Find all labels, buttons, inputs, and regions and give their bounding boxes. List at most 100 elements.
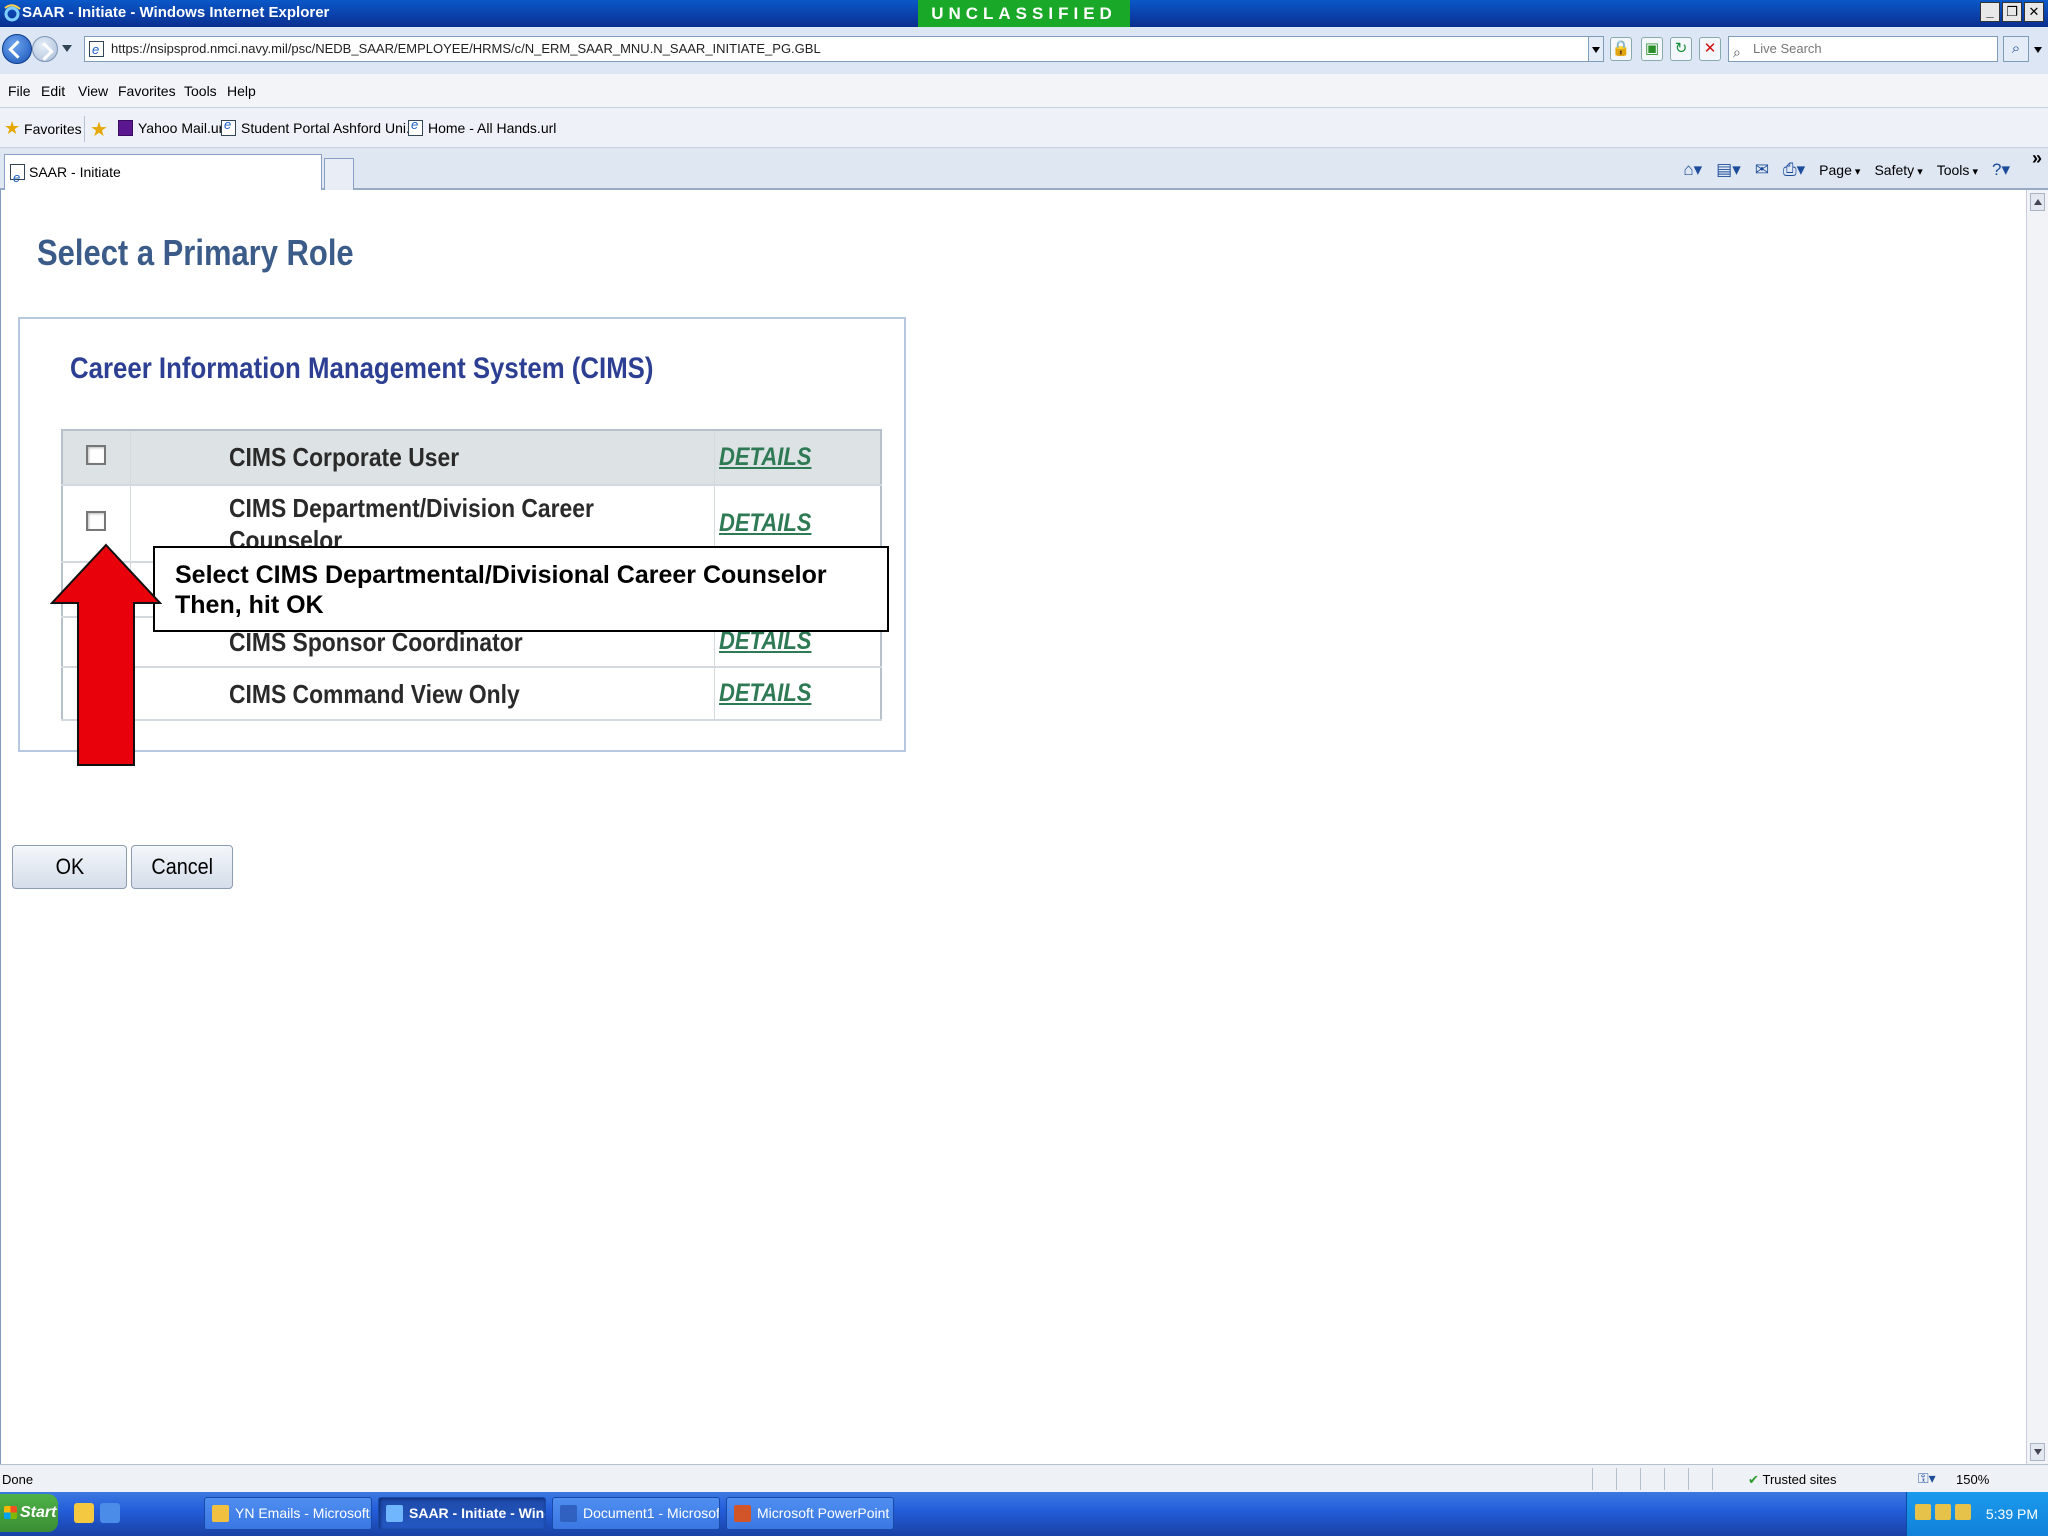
- taskbar-button-label: SAAR - Initiate - Wind...: [409, 1505, 545, 1521]
- navigation-bar: https://nsipsprod.nmci.navy.mil/psc/NEDB…: [0, 27, 2048, 74]
- details-link[interactable]: DETAILS: [719, 509, 811, 538]
- search-options-dropdown[interactable]: [2034, 47, 2042, 53]
- back-button[interactable]: [2, 34, 32, 64]
- page-icon: [89, 38, 104, 61]
- window-title-bar[interactable]: SAAR - Initiate - Windows Internet Explo…: [0, 0, 2048, 27]
- classification-banner: UNCLASSIFIED: [918, 0, 1130, 27]
- taskbar-button-word[interactable]: Document1 - Microsoft ...: [552, 1497, 720, 1530]
- instruction-callout: Select CIMS Departmental/Divisional Care…: [153, 546, 889, 632]
- address-dropdown-button[interactable]: [1588, 36, 1604, 62]
- favorites-star-icon: ★: [4, 118, 21, 138]
- tools-menu[interactable]: Tools: [1937, 162, 1978, 178]
- menu-view[interactable]: View: [78, 83, 108, 99]
- word-icon: [560, 1505, 577, 1522]
- favorite-link-label: Student Portal Ashford Uni...: [241, 120, 418, 136]
- outlook-quick-launch-icon[interactable]: [74, 1503, 94, 1523]
- security-zone[interactable]: Trusted sites: [1748, 1472, 1837, 1488]
- vertical-scrollbar[interactable]: [2026, 190, 2048, 1464]
- home-icon[interactable]: ⌂▾: [1683, 160, 1702, 180]
- taskbar-button-outlook[interactable]: YN Emails - Microsoft Out...: [204, 1497, 372, 1530]
- zoom-level[interactable]: 150%: [1956, 1472, 1989, 1487]
- tab-row: SAAR - Initiate ⌂▾ ▤▾ ✉ ⎙▾ Page Safety T…: [0, 148, 2048, 195]
- favorite-link-all-hands[interactable]: Home - All Hands.url: [408, 117, 557, 136]
- details-link[interactable]: DETAILS: [719, 443, 811, 472]
- lock-icon[interactable]: 🔒: [1610, 37, 1632, 61]
- table-row: CIMS Corporate User DETAILS: [62, 430, 882, 486]
- minimize-button[interactable]: _: [1980, 2, 2000, 22]
- tray-icon[interactable]: [1935, 1504, 1951, 1520]
- taskbar-button-powerpoint[interactable]: Microsoft PowerPoint - [...: [726, 1497, 894, 1530]
- ie-quick-launch-icon[interactable]: [100, 1503, 120, 1523]
- screen: SAAR - Initiate - Windows Internet Explo…: [0, 0, 2048, 1536]
- outlook-icon: [212, 1505, 229, 1522]
- menu-favorites[interactable]: Favorites: [118, 83, 176, 99]
- menu-file[interactable]: File: [8, 83, 31, 99]
- favorite-link-yahoo[interactable]: Yahoo Mail.url: [118, 120, 226, 136]
- search-icon: ⌕: [1733, 44, 1741, 60]
- ie-logo-icon: [4, 4, 21, 22]
- refresh-icon[interactable]: ↻: [1670, 37, 1692, 61]
- forward-button[interactable]: [32, 36, 58, 62]
- ok-button-label: OK: [55, 854, 84, 879]
- role-checkbox-corporate-user[interactable]: [86, 444, 107, 465]
- favorite-link-label: Yahoo Mail.url: [138, 120, 227, 136]
- ie-icon: [386, 1505, 403, 1522]
- close-window-button[interactable]: ✕: [2024, 2, 2044, 22]
- role-name: CIMS Command View Only: [228, 678, 520, 709]
- callout-line2: Then, hit OK: [175, 591, 324, 619]
- menu-tools[interactable]: Tools: [184, 83, 217, 99]
- red-arrow-up-icon: [50, 543, 162, 766]
- callout-line1: Select CIMS Departmental/Divisional Care…: [175, 561, 827, 589]
- recent-pages-dropdown[interactable]: [62, 45, 72, 52]
- page-menu[interactable]: Page: [1819, 162, 1860, 178]
- ok-button[interactable]: OK: [12, 845, 127, 889]
- favorite-link-label: Home - All Hands.url: [428, 120, 557, 136]
- safety-menu[interactable]: Safety: [1874, 162, 1922, 178]
- address-input[interactable]: https://nsipsprod.nmci.navy.mil/psc/NEDB…: [84, 36, 1604, 62]
- restore-button[interactable]: ❐: [2002, 2, 2022, 22]
- yahoo-mail-icon: [118, 120, 133, 136]
- favorites-label: Favorites: [24, 121, 82, 137]
- help-icon[interactable]: ?▾: [1992, 160, 2010, 180]
- details-link[interactable]: DETAILS: [719, 679, 811, 708]
- taskbar-button-label: Microsoft PowerPoint - [...: [757, 1505, 893, 1521]
- protected-mode-icon[interactable]: ⚿▾: [1918, 1470, 1936, 1487]
- taskbar-button-label: YN Emails - Microsoft Out...: [235, 1505, 371, 1521]
- feeds-icon[interactable]: ▤▾: [1716, 160, 1741, 180]
- menu-edit[interactable]: Edit: [41, 83, 65, 99]
- taskbar: Start YN Emails - Microsoft Out... SAAR …: [0, 1492, 2048, 1536]
- stop-icon[interactable]: ✕: [1699, 37, 1721, 61]
- tray-icon[interactable]: [1915, 1504, 1931, 1520]
- add-to-favorites-icon[interactable]: ★: [90, 117, 108, 142]
- scroll-down-button[interactable]: [2030, 1443, 2045, 1461]
- cancel-button-label: Cancel: [151, 854, 213, 879]
- tab-saar-initiate[interactable]: SAAR - Initiate: [4, 154, 322, 195]
- search-go-button[interactable]: ⌕: [2003, 36, 2029, 62]
- favorite-link-ashford[interactable]: Student Portal Ashford Uni...: [221, 117, 418, 136]
- panel-title: Career Information Management System (CI…: [70, 352, 654, 385]
- print-icon[interactable]: ⎙▾: [1783, 160, 1805, 180]
- compatibility-view-icon[interactable]: ▣: [1641, 37, 1663, 61]
- favorites-button[interactable]: ★ Favorites: [4, 118, 82, 139]
- ie-page-icon: [10, 161, 25, 195]
- status-cells: [1592, 1468, 1736, 1490]
- cancel-button[interactable]: Cancel: [131, 845, 233, 889]
- new-tab-button[interactable]: [324, 158, 354, 190]
- more-commands-chevron-icon[interactable]: »: [2032, 148, 2042, 169]
- status-bar: Done Trusted sites ⚿▾ 150%: [0, 1464, 2048, 1492]
- role-checkbox-dept-division-career-counselor[interactable]: [86, 510, 107, 531]
- start-label: Start: [20, 1504, 57, 1521]
- start-button[interactable]: Start: [0, 1494, 58, 1532]
- favorites-separator: [84, 116, 85, 142]
- ie-page-icon: [221, 117, 236, 136]
- role-name-line1: CIMS Department/Division Career: [228, 492, 594, 523]
- menu-help[interactable]: Help: [227, 83, 256, 99]
- tray-icon[interactable]: [1955, 1504, 1971, 1520]
- scroll-up-button[interactable]: [2030, 193, 2045, 211]
- search-input[interactable]: ⌕ Live Search: [1728, 36, 1998, 62]
- taskbar-button-ie[interactable]: SAAR - Initiate - Wind...: [378, 1497, 546, 1530]
- table-row: CIMS Command View Only DETAILS: [62, 667, 882, 721]
- window-title: SAAR - Initiate - Windows Internet Explo…: [22, 4, 330, 21]
- ie-page-icon: [408, 117, 423, 136]
- mail-icon[interactable]: ✉: [1755, 160, 1769, 180]
